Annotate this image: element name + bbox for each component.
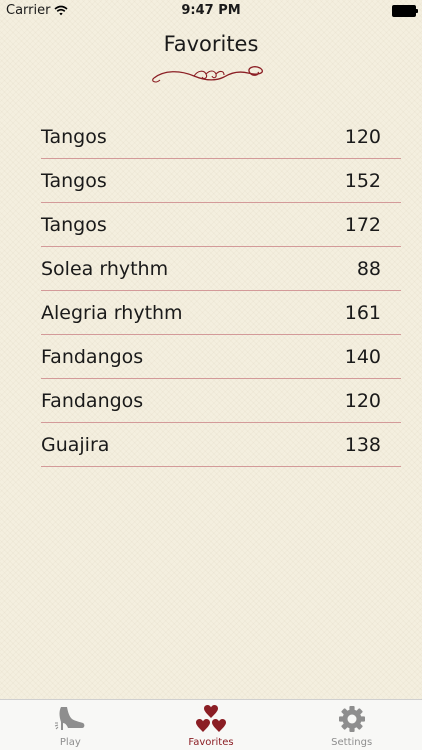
favorite-item[interactable]: Tangos 172 [41, 203, 401, 247]
favorite-name: Alegria rhythm [41, 301, 183, 324]
hearts-icon [196, 705, 226, 732]
favorite-bpm: 140 [344, 345, 381, 368]
favorite-item[interactable]: Alegria rhythm 161 [41, 291, 401, 335]
favorite-name: Solea rhythm [41, 257, 169, 280]
favorite-bpm: 172 [344, 213, 381, 236]
favorite-bpm: 138 [344, 433, 381, 456]
battery-icon [392, 5, 418, 17]
favorite-name: Fandangos [41, 389, 144, 412]
favorite-name: Guajira [41, 433, 110, 456]
page-title: Favorites [163, 32, 259, 56]
tab-play-label: Play [59, 737, 81, 748]
favorite-item[interactable]: Fandangos 120 [41, 379, 401, 423]
tab-favorites-label: Favorites [188, 737, 234, 748]
tab-favorites[interactable]: Favorites [141, 700, 282, 750]
favorite-bpm: 120 [344, 125, 381, 148]
favorite-item[interactable]: Solea rhythm 88 [41, 247, 401, 291]
shoe-icon [55, 707, 85, 730]
favorite-item[interactable]: Tangos 152 [41, 159, 401, 203]
favorite-bpm: 161 [344, 301, 381, 324]
favorite-name: Tangos [41, 125, 107, 148]
status-right [392, 5, 418, 17]
favorite-name: Tangos [41, 169, 107, 192]
status-time: 9:47 PM [181, 3, 241, 18]
favorite-bpm: 120 [344, 389, 381, 412]
favorite-bpm: 152 [344, 169, 381, 192]
favorite-item[interactable]: Tangos 120 [41, 115, 401, 159]
status-bar: Carrier 9:47 PM [0, 0, 422, 22]
tab-play[interactable]: Play [0, 700, 141, 750]
ornament-flourish-icon [152, 66, 263, 83]
tab-settings-label: Settings [331, 737, 373, 748]
gear-icon [338, 706, 365, 732]
favorite-item[interactable]: Guajira 138 [41, 423, 401, 467]
tab-bar: Play Favorites Settings [0, 699, 422, 750]
favorite-bpm: 88 [356, 257, 381, 280]
favorite-item[interactable]: Fandangos 140 [41, 335, 401, 379]
favorites-list: Tangos 120 Tangos 152 Tangos 172 Solea r… [41, 115, 401, 467]
favorite-name: Fandangos [41, 345, 144, 368]
favorite-name: Tangos [41, 213, 107, 236]
tab-settings[interactable]: Settings [281, 700, 422, 750]
